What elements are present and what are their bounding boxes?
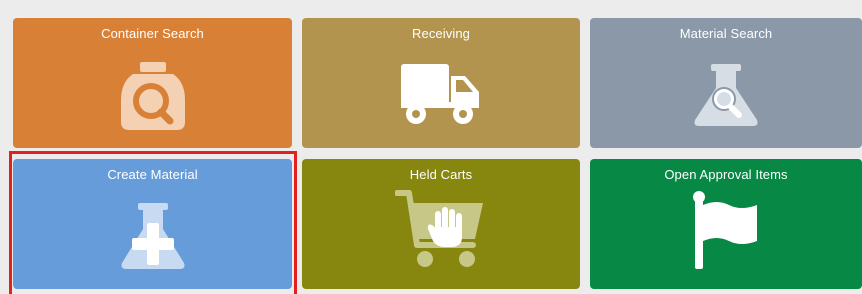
container-search-icon: [120, 62, 185, 130]
tile-container-search[interactable]: Container Search: [13, 18, 292, 148]
tile-held-carts[interactable]: Held Carts: [302, 159, 580, 289]
tile-label: Held Carts: [409, 167, 473, 182]
tile-open-approval-items[interactable]: Open Approval Items: [590, 159, 862, 289]
dashboard-tile-grid: Container Search Receiving Material Sear…: [0, 0, 862, 294]
tile-label: Material Search: [679, 26, 773, 41]
tile-label: Create Material: [107, 167, 198, 182]
tile-label: Receiving: [412, 26, 470, 41]
flag-icon: [693, 191, 757, 269]
truck-icon: [401, 64, 479, 124]
tile-label: Open Approval Items: [664, 167, 788, 182]
tile-material-search[interactable]: Material Search: [590, 18, 862, 148]
cart-hand-icon: [395, 190, 483, 267]
tile-label: Container Search: [101, 26, 204, 41]
tile-receiving[interactable]: Receiving: [302, 18, 580, 148]
flask-plus-icon: [121, 203, 184, 269]
flask-search-icon: [694, 64, 758, 126]
tile-create-material[interactable]: Create Material: [13, 159, 292, 289]
